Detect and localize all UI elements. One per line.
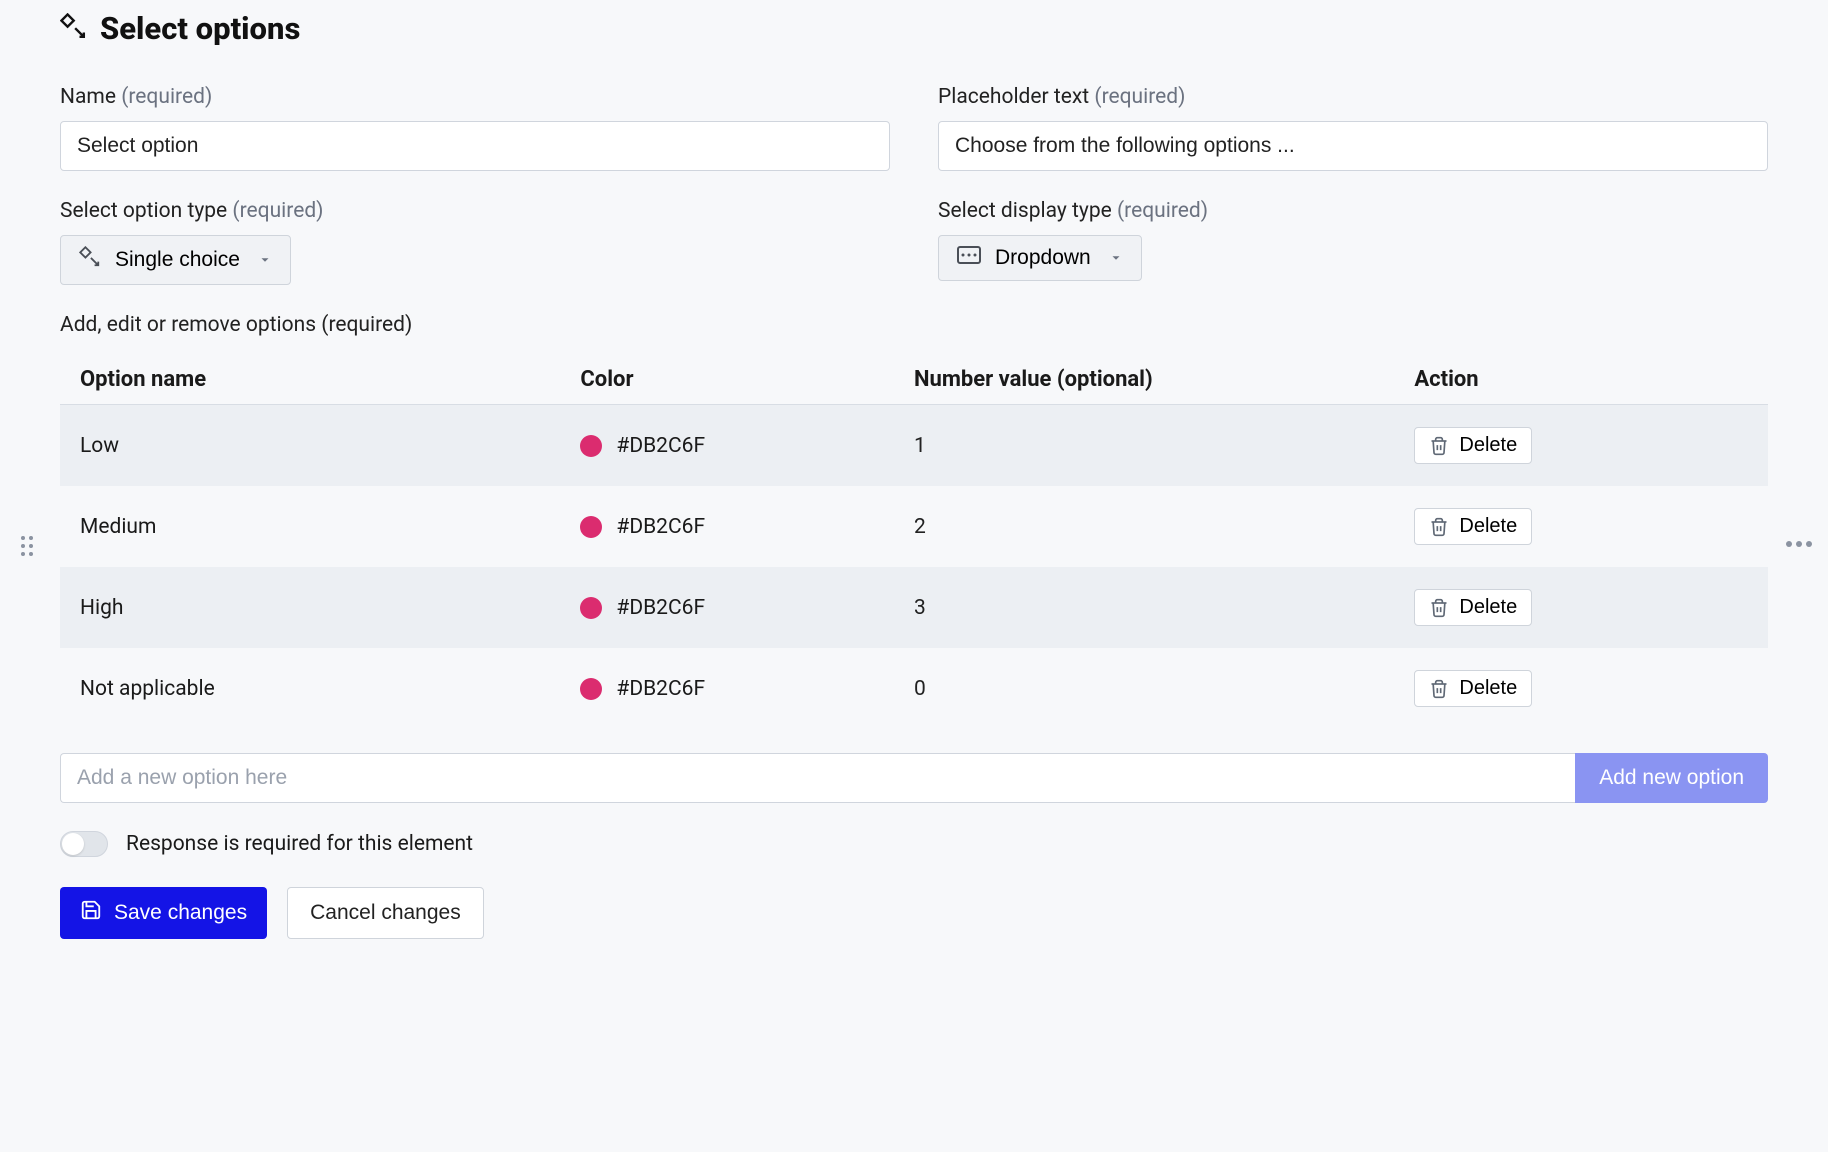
delete-button[interactable]: Delete <box>1414 589 1532 626</box>
options-section-label: Add, edit or remove options (required) <box>60 313 1768 337</box>
delete-button[interactable]: Delete <box>1414 670 1532 707</box>
col-header-action: Action <box>1414 367 1748 392</box>
chevron-down-icon <box>258 253 272 267</box>
trash-icon <box>1429 436 1449 456</box>
option-type-select[interactable]: Single choice <box>60 235 291 285</box>
save-button[interactable]: Save changes <box>60 887 267 939</box>
option-type-label: Select option type (required) <box>60 199 890 223</box>
option-name-cell[interactable]: Medium <box>80 515 580 539</box>
option-name-cell[interactable]: Low <box>80 434 580 458</box>
color-swatch-icon <box>580 678 602 700</box>
add-option-button[interactable]: Add new option <box>1575 753 1768 803</box>
placeholder-input[interactable] <box>938 121 1768 171</box>
option-name-cell[interactable]: Not applicable <box>80 677 580 701</box>
option-name-cell[interactable]: High <box>80 596 580 620</box>
option-color-cell[interactable]: #DB2C6F <box>580 515 914 539</box>
delete-button[interactable]: Delete <box>1414 427 1532 464</box>
name-label: Name (required) <box>60 85 890 109</box>
delete-button[interactable]: Delete <box>1414 508 1532 545</box>
option-number-cell[interactable]: 2 <box>914 515 1414 539</box>
single-choice-icon <box>79 246 101 274</box>
chevron-down-icon <box>1109 251 1123 265</box>
color-swatch-icon <box>580 597 602 619</box>
select-options-icon <box>60 13 86 45</box>
add-option-input[interactable] <box>60 753 1575 803</box>
option-number-cell[interactable]: 1 <box>914 434 1414 458</box>
option-color-cell[interactable]: #DB2C6F <box>580 677 914 701</box>
color-swatch-icon <box>580 516 602 538</box>
option-color-cell[interactable]: #DB2C6F <box>580 596 914 620</box>
table-row: Not applicable#DB2C6F0Delete <box>60 648 1768 729</box>
option-number-cell[interactable]: 3 <box>914 596 1414 620</box>
options-table: Option name Color Number value (optional… <box>60 355 1768 729</box>
save-icon <box>80 899 102 927</box>
cancel-button[interactable]: Cancel changes <box>287 887 484 939</box>
placeholder-label: Placeholder text (required) <box>938 85 1768 109</box>
table-row: Medium#DB2C6F2Delete <box>60 486 1768 567</box>
required-toggle-label: Response is required for this element <box>126 832 473 856</box>
required-toggle[interactable] <box>60 831 108 857</box>
trash-icon <box>1429 679 1449 699</box>
drag-handle-icon[interactable] <box>20 535 34 563</box>
more-options-icon[interactable] <box>1785 530 1813 554</box>
trash-icon <box>1429 517 1449 537</box>
display-type-label: Select display type (required) <box>938 199 1768 223</box>
name-input[interactable] <box>60 121 890 171</box>
dropdown-icon <box>957 246 981 270</box>
table-row: Low#DB2C6F1Delete <box>60 405 1768 486</box>
display-type-select[interactable]: Dropdown <box>938 235 1142 281</box>
col-header-name: Option name <box>80 367 580 392</box>
table-row: High#DB2C6F3Delete <box>60 567 1768 648</box>
option-color-cell[interactable]: #DB2C6F <box>580 434 914 458</box>
color-swatch-icon <box>580 435 602 457</box>
col-header-number: Number value (optional) <box>914 367 1414 392</box>
trash-icon <box>1429 598 1449 618</box>
page-title: Select options <box>100 10 300 47</box>
col-header-color: Color <box>580 367 914 392</box>
option-number-cell[interactable]: 0 <box>914 677 1414 701</box>
